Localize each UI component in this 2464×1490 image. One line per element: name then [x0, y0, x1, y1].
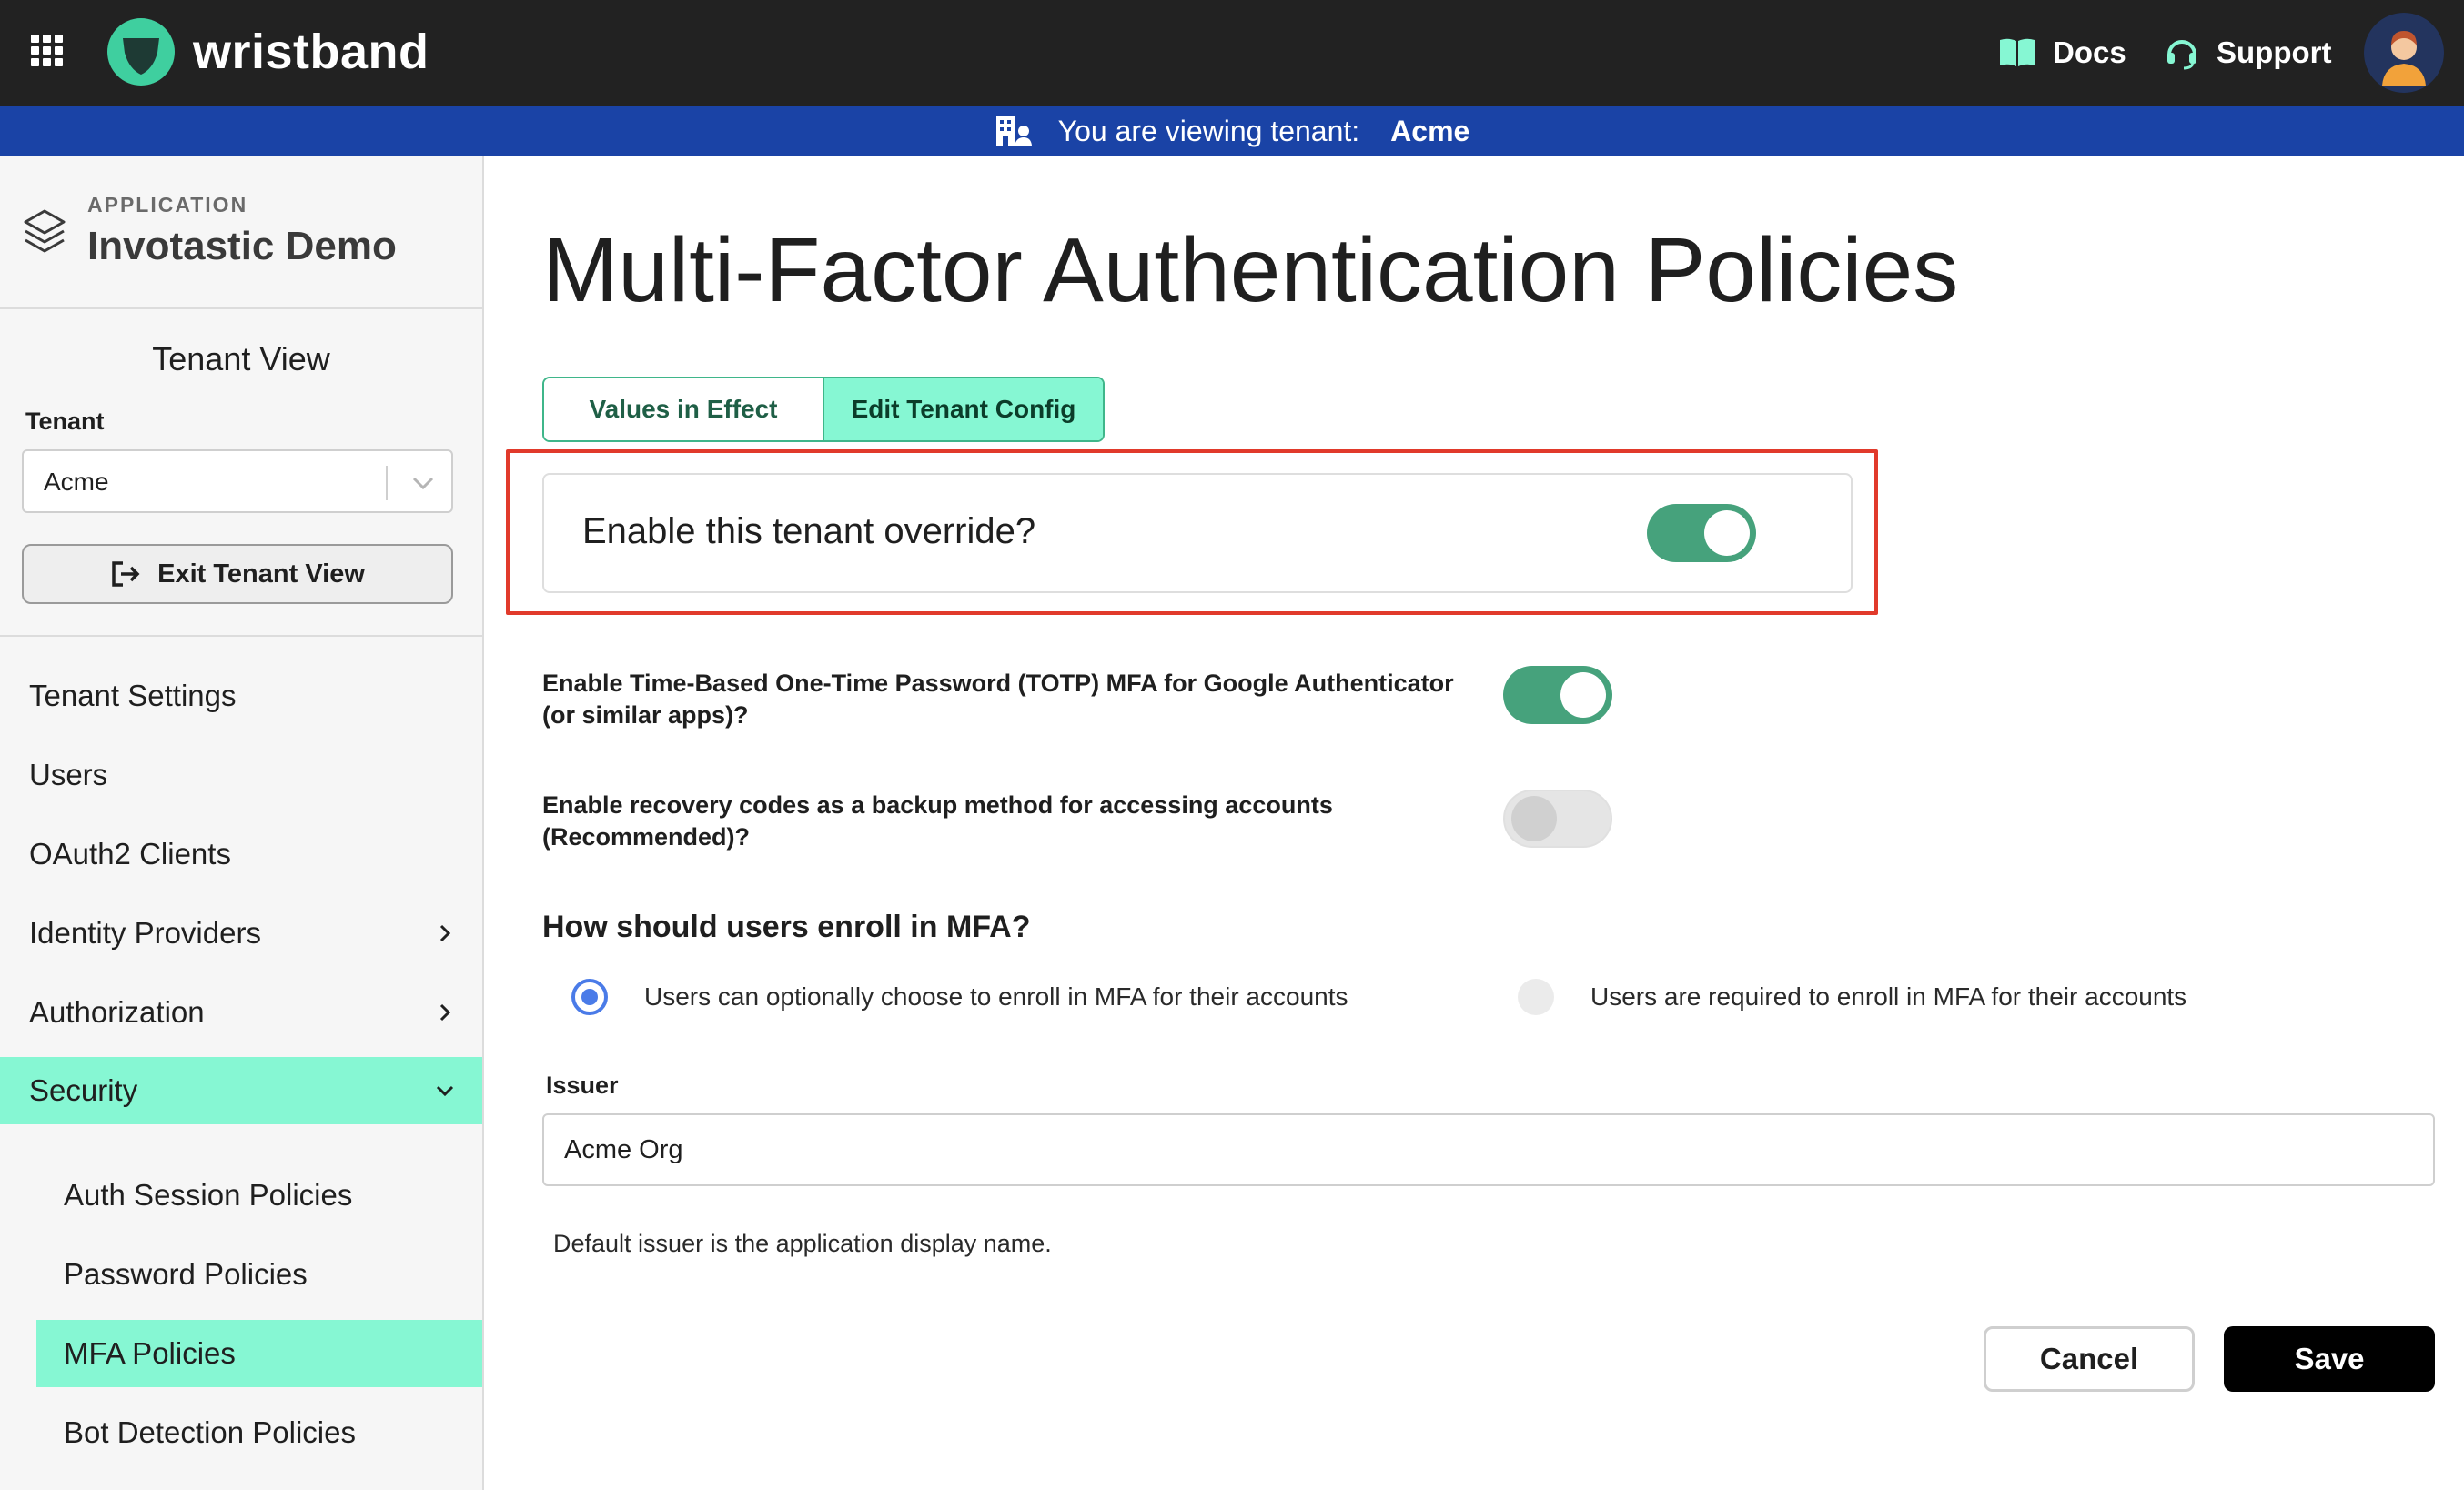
issuer-input[interactable] [542, 1113, 2435, 1186]
enroll-required-radio[interactable] [1518, 979, 1554, 1015]
page-title: Multi-Factor Authentication Policies [542, 219, 1959, 321]
layers-icon [24, 209, 66, 253]
application-label: APPLICATION [87, 193, 248, 216]
enroll-title: How should users enroll in MFA? [542, 910, 1031, 944]
sidebar-item-label: OAuth2 Clients [29, 837, 231, 871]
chevron-right-icon [439, 1003, 451, 1022]
support-label: Support [2217, 35, 2332, 69]
tenant-label: Tenant [25, 408, 105, 435]
tenant-select-value: Acme [44, 468, 109, 496]
tenant-banner: You are viewing tenant: Acme [0, 106, 2464, 156]
select-separator [386, 466, 388, 500]
override-toggle[interactable] [1647, 504, 1756, 562]
user-avatar-icon [2364, 13, 2444, 93]
docs-label: Docs [2053, 35, 2126, 69]
exit-icon [112, 561, 140, 587]
tenant-banner-name: Acme [1390, 114, 1470, 147]
toggle-knob [1560, 672, 1606, 718]
enroll-optional-radio[interactable] [571, 979, 608, 1015]
sidebar-item-mfa-policies[interactable]: MFA Policies [36, 1320, 482, 1387]
chevron-right-icon [439, 924, 451, 942]
recovery-codes-toggle[interactable] [1503, 790, 1612, 848]
toggle-knob [1511, 796, 1557, 841]
sidebar-item-tenant-settings[interactable]: Tenant Settings [0, 662, 482, 730]
sidebar-item-label: Bot Detection Policies [64, 1415, 356, 1449]
tenant-override-card: Enable this tenant override? [542, 473, 1853, 593]
exit-tenant-view-button[interactable]: Exit Tenant View [22, 544, 453, 604]
tenant-view-title: Tenant View [152, 340, 330, 378]
sidebar: APPLICATION Invotastic Demo Tenant View … [0, 156, 484, 1490]
user-avatar[interactable] [2364, 13, 2444, 93]
top-bar: wristband Docs Support [0, 0, 2464, 106]
sidebar-item-label: MFA Policies [64, 1336, 236, 1370]
sidebar-item-security[interactable]: Security [0, 1057, 482, 1124]
chevron-down-icon [436, 1085, 454, 1097]
sidebar-item-bot-detection-policies[interactable]: Bot Detection Policies [36, 1399, 482, 1466]
sidebar-item-label: Password Policies [64, 1257, 308, 1291]
tenant-banner-text: You are viewing tenant: [1057, 114, 1360, 147]
recovery-codes-label: Enable recovery codes as a backup method… [542, 791, 1333, 851]
toggle-knob [1704, 510, 1750, 556]
docs-link[interactable]: Docs [1998, 27, 2126, 78]
sidebar-item-label: Security [29, 1073, 138, 1107]
override-label: Enable this tenant override? [582, 511, 1036, 551]
exit-tenant-view-label: Exit Tenant View [157, 559, 365, 589]
totp-toggle[interactable] [1503, 666, 1612, 724]
sidebar-item-label: Auth Session Policies [64, 1178, 353, 1212]
application-header: APPLICATION Invotastic Demo [0, 156, 482, 309]
cancel-button[interactable]: Cancel [1984, 1326, 2195, 1392]
chevron-down-icon [412, 477, 434, 490]
sidebar-item-auth-session-policies[interactable]: Auth Session Policies [36, 1162, 482, 1229]
building-user-icon [995, 116, 1032, 146]
sidebar-item-authorization[interactable]: Authorization [0, 979, 482, 1046]
sidebar-item-identity-providers[interactable]: Identity Providers [0, 900, 482, 967]
sidebar-divider [0, 635, 482, 637]
sidebar-item-users[interactable]: Users [0, 741, 482, 809]
sidebar-item-label: Tenant Settings [29, 679, 237, 712]
sidebar-item-label: Identity Providers [29, 916, 261, 950]
support-link[interactable]: Support [2164, 27, 2331, 78]
tab-edit-tenant-config[interactable]: Edit Tenant Config [824, 378, 1103, 440]
tab-values-in-effect[interactable]: Values in Effect [544, 378, 824, 440]
config-tabs: Values in Effect Edit Tenant Config [542, 377, 1105, 442]
issuer-label: Issuer [546, 1072, 619, 1099]
brand-name[interactable]: wristband [193, 20, 429, 84]
sidebar-item-label: Authorization [29, 995, 205, 1029]
sidebar-item-label: Users [29, 758, 108, 791]
enroll-optional-label[interactable]: Users can optionally choose to enroll in… [644, 982, 1348, 1012]
issuer-help-text: Default issuer is the application displa… [553, 1230, 1052, 1257]
wristband-logo-icon[interactable] [107, 18, 175, 86]
save-button[interactable]: Save [2224, 1326, 2435, 1392]
app-grid-icon[interactable] [31, 35, 64, 67]
sidebar-item-oauth2-clients[interactable]: OAuth2 Clients [0, 821, 482, 888]
book-icon [2000, 38, 2035, 66]
application-name: Invotastic Demo [87, 224, 397, 268]
totp-label: Enable Time-Based One-Time Password (TOT… [542, 669, 1454, 729]
headset-icon [2167, 40, 2196, 70]
tenant-select[interactable]: Acme [22, 449, 453, 513]
enroll-required-label[interactable]: Users are required to enroll in MFA for … [1590, 982, 2186, 1012]
sidebar-item-password-policies[interactable]: Password Policies [36, 1241, 482, 1308]
